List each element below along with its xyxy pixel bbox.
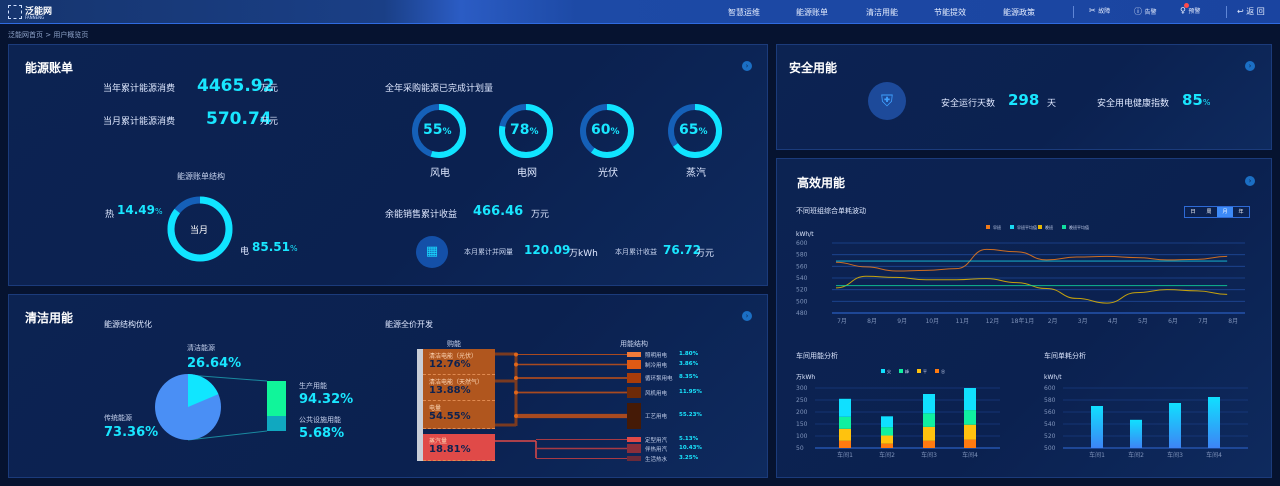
stacked-bar-segment [839,398,851,417]
legend-swatch [899,369,903,373]
stacked-bar-segment [839,416,851,429]
legend-label: 晚班 [1045,224,1053,230]
stacked-bar-segment [881,427,893,436]
x-tick-label: 车间2 [1128,451,1144,459]
x-tick-label: 车间3 [921,451,937,459]
stacked-bar-segment [923,413,935,427]
unit-bar [1208,397,1220,448]
legend-swatch [935,369,939,373]
y-tick-label: 560 [796,263,808,270]
unit-bar [1091,406,1103,448]
legend-label: 晚班平均值 [1069,224,1089,230]
y-axis-label: kWh/t [1044,374,1062,381]
unit-bar [1130,419,1142,448]
y-tick-label: 520 [796,287,808,294]
x-tick-label: 12月 [986,318,1000,325]
legend-swatch [1038,225,1042,229]
y-tick-label: 500 [1044,445,1056,452]
y-tick-label: 100 [796,433,808,440]
y-tick-label: 200 [796,409,808,416]
x-tick-label: 7月 [1198,318,1208,325]
y-tick-label: 150 [796,421,808,428]
x-tick-label: 8月 [1228,318,1238,325]
x-tick-label: 车间4 [1206,451,1222,459]
x-tick-label: 车间4 [962,451,978,459]
legend-label: 尖 [887,368,891,374]
y-tick-label: 250 [796,397,808,404]
efficiency-charts: kWh/t 600 580 560 540 520 500 480 7月 8月 9月 10月 11月 12… [796,224,1248,459]
x-tick-label: 车间2 [879,451,895,459]
stacked-bar-segment [923,426,935,441]
y-tick-label: 600 [796,240,808,247]
y-tick-label: 540 [1044,421,1056,428]
stacked-bar-segment [964,424,976,440]
y-tick-label: 540 [796,275,808,282]
x-tick-label: 8月 [867,318,877,325]
x-tick-label: 11月 [956,318,970,325]
y-axis-label: kWh/t [796,231,814,238]
x-tick-label: 9月 [897,318,907,325]
y-tick-label: 300 [796,385,808,392]
legend-label: 早班平均值 [1017,224,1037,230]
y-tick-label: 560 [1044,409,1056,416]
stacked-bar-segment [881,416,893,428]
stacked-bar-segment [881,435,893,444]
x-tick-label: 5月 [1138,318,1148,325]
x-tick-label: 2月 [1048,318,1058,325]
y-tick-label: 50 [796,445,804,452]
x-tick-label: 10月 [925,318,939,325]
unit-bar [1169,403,1181,448]
stacked-bar-segment [881,443,893,448]
x-tick-label: 车间1 [837,451,853,459]
x-tick-label: 车间1 [1089,451,1105,459]
x-tick-label: 7月 [837,318,847,325]
stacked-bar-segment [964,388,976,411]
x-tick-label: 6月 [1168,318,1178,325]
y-tick-label: 600 [1044,385,1056,392]
legend-label: 平 [923,369,927,374]
legend-swatch [1062,225,1066,229]
x-tick-label: 车间3 [1167,451,1183,459]
line-series-0 [835,248,1228,272]
y-tick-label: 580 [796,252,808,259]
legend-label: 谷 [941,368,945,374]
y-tick-label: 480 [796,310,808,317]
y-tick-label: 520 [1044,433,1056,440]
legend-label: 峰 [905,368,909,374]
legend-swatch [917,369,921,373]
x-tick-label: 4月 [1108,318,1118,325]
legend-swatch [986,225,990,229]
stacked-bar-segment [839,440,851,448]
stacked-bar-segment [923,394,935,414]
x-tick-label: 3月 [1078,318,1088,325]
legend-swatch [1010,225,1014,229]
y-axis-label: 万kWh [796,374,815,381]
y-tick-label: 580 [1044,397,1056,404]
stacked-bar-segment [923,440,935,448]
stacked-bar-segment [839,428,851,441]
stacked-bar-segment [964,410,976,425]
x-tick-label: 18年1月 [1011,317,1034,325]
legend-label: 早班 [993,224,1001,230]
stacked-bar-segment [964,439,976,448]
legend-swatch [881,369,885,373]
y-tick-label: 500 [796,298,808,305]
